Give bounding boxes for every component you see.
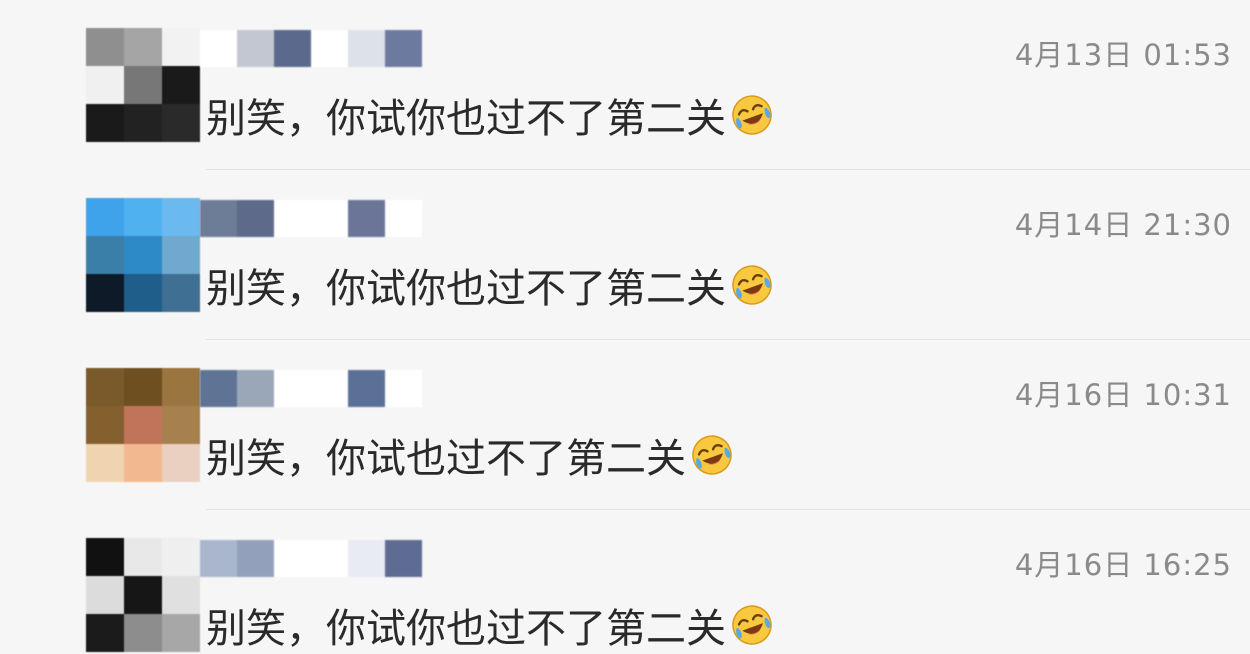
avatar-pixel [162,576,200,614]
avatar-pixel [162,538,200,576]
message-preview: 别笑，你试也过不了第二关 [206,426,734,484]
name-pixel [348,200,385,237]
avatar-pixel [124,236,162,274]
avatar-pixel [86,368,124,406]
avatar-pixel [86,66,124,104]
message-text: 别笑，你试你也过不了第二关 [206,266,726,312]
name-pixel [200,30,237,67]
avatar-pixel [162,28,200,66]
name-pixel [200,200,237,237]
avatar-pixel [124,406,162,444]
avatar-pixel [124,28,162,66]
name-pixel [348,30,385,67]
name-pixel [385,540,422,577]
message-timestamp: 4月14日 21:30 [1014,208,1232,242]
name-pixel [237,370,274,407]
name-pixel [237,30,274,67]
avatar-pixel [124,274,162,312]
name-pixel [348,540,385,577]
avatar-pixel [162,368,200,406]
message-timestamp: 4月16日 10:31 [1014,378,1232,412]
message-timestamp: 4月13日 01:53 [1014,38,1232,72]
message-preview: 别笑，你试你也过不了第二关 [206,596,774,654]
avatar-pixel [124,614,162,652]
name-pixel [200,540,237,577]
avatar-pixel [124,104,162,142]
avatar-pixel [162,66,200,104]
avatar-pixel [162,444,200,482]
name-pixel [385,200,422,237]
message-text: 别笑，你试你也过不了第二关 [206,606,726,652]
message-preview: 别笑，你试你也过不了第二关 [206,256,774,314]
avatar-pixel [86,28,124,66]
message-timestamp: 4月16日 16:25 [1014,548,1232,582]
name-pixel [274,540,311,577]
avatar-pixel [124,368,162,406]
avatar-pixel [124,576,162,614]
avatar-pixel [162,198,200,236]
avatar-pixel [162,236,200,274]
avatar-pixel [86,236,124,274]
chat-row[interactable]: 4月16日 16:25 别笑，你试你也过不了第二关 [0,510,1250,654]
avatar[interactable] [86,28,200,142]
face-with-tears-of-joy-icon [730,603,774,647]
name-pixel [237,540,274,577]
name-pixel [385,30,422,67]
message-preview: 别笑，你试你也过不了第二关 [206,86,774,144]
avatar-pixel [124,198,162,236]
avatar-pixel [162,104,200,142]
name-pixel [237,200,274,237]
contact-name-blurred [200,540,422,580]
avatar-pixel [124,444,162,482]
avatar-pixel [124,66,162,104]
name-pixel [274,200,311,237]
avatar-pixel [86,444,124,482]
chat-list: 4月13日 01:53 别笑，你试你也过不了第二关 4月14日 21:30 别笑… [0,0,1250,654]
contact-name-blurred [200,370,422,410]
name-pixel [274,30,311,67]
avatar-pixel [86,104,124,142]
avatar-pixel [162,614,200,652]
avatar-pixel [86,198,124,236]
face-with-tears-of-joy-icon [690,433,734,477]
avatar-pixel [86,576,124,614]
chat-row[interactable]: 4月13日 01:53 别笑，你试你也过不了第二关 [0,0,1250,170]
avatar[interactable] [86,368,200,482]
avatar[interactable] [86,198,200,312]
message-text: 别笑，你试也过不了第二关 [206,436,686,482]
name-pixel [311,200,348,237]
name-pixel [348,370,385,407]
face-with-tears-of-joy-icon [730,93,774,137]
avatar-pixel [162,274,200,312]
avatar-pixel [124,538,162,576]
avatar-pixel [86,614,124,652]
avatar[interactable] [86,538,200,652]
name-pixel [385,370,422,407]
avatar-pixel [86,406,124,444]
name-pixel [311,540,348,577]
face-with-tears-of-joy-icon [730,263,774,307]
avatar-pixel [86,538,124,576]
avatar-pixel [86,274,124,312]
name-pixel [311,30,348,67]
name-pixel [311,370,348,407]
chat-row[interactable]: 4月14日 21:30 别笑，你试你也过不了第二关 [0,170,1250,340]
contact-name-blurred [200,200,422,240]
chat-row[interactable]: 4月16日 10:31 别笑，你试也过不了第二关 [0,340,1250,510]
name-pixel [200,370,237,407]
avatar-pixel [162,406,200,444]
name-pixel [274,370,311,407]
message-text: 别笑，你试你也过不了第二关 [206,96,726,142]
contact-name-blurred [200,30,422,70]
